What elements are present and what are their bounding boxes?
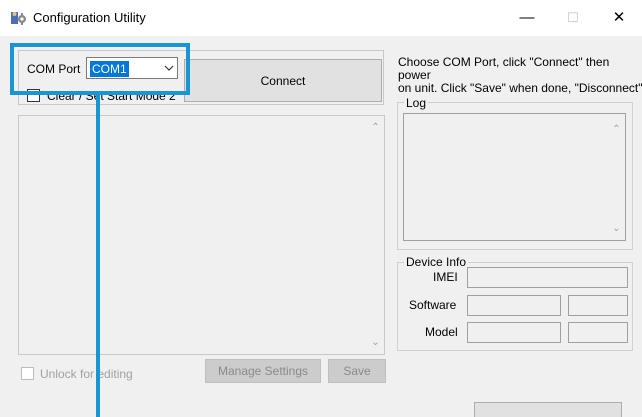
instructions-line-1: Choose COM Port, click "Connect" then po… xyxy=(398,55,610,82)
unlock-editing-checkbox[interactable] xyxy=(21,367,34,380)
log-textarea[interactable] xyxy=(403,113,626,241)
imei-field[interactable] xyxy=(467,267,628,288)
highlight-pointer-line xyxy=(96,95,100,417)
imei-label: IMEI xyxy=(433,270,458,284)
manage-settings-button[interactable]: Manage Settings xyxy=(205,359,321,383)
device-info-legend: Device Info xyxy=(404,255,469,269)
save-button[interactable]: Save xyxy=(328,359,386,383)
software-label: Software xyxy=(409,298,457,312)
connect-button[interactable]: Connect xyxy=(184,59,382,102)
model-field-secondary[interactable] xyxy=(568,322,628,343)
software-field-secondary[interactable] xyxy=(568,295,628,316)
window-title: Configuration Utility xyxy=(33,10,146,25)
log-scroll-down-icon[interactable]: ⌄ xyxy=(608,220,625,237)
disconnect-button-partial[interactable] xyxy=(474,402,622,417)
maximize-button[interactable]: ☐ xyxy=(550,0,596,36)
model-label: Model xyxy=(425,325,458,339)
log-legend: Log xyxy=(404,96,429,110)
software-field[interactable] xyxy=(467,295,561,316)
log-scroll-up-icon[interactable]: ⌃ xyxy=(608,121,625,138)
output-scrollbar[interactable] xyxy=(367,116,384,354)
output-textarea[interactable] xyxy=(18,115,385,355)
minimize-button[interactable]: — xyxy=(504,0,550,36)
unlock-editing-label: Unlock for editing xyxy=(40,367,133,381)
scroll-up-arrow-icon[interactable]: ⌃ xyxy=(367,119,384,136)
instructions-line-2: on unit. Click "Save" when done, "Discon… xyxy=(398,81,642,95)
close-button[interactable]: ✕ xyxy=(596,0,642,36)
model-field[interactable] xyxy=(467,322,561,343)
instructions-text: Choose COM Port, click "Connect" then po… xyxy=(398,56,642,95)
scroll-down-arrow-icon[interactable]: ⌄ xyxy=(367,334,384,351)
app-icon xyxy=(11,12,26,25)
com-port-highlight-box xyxy=(10,43,190,95)
